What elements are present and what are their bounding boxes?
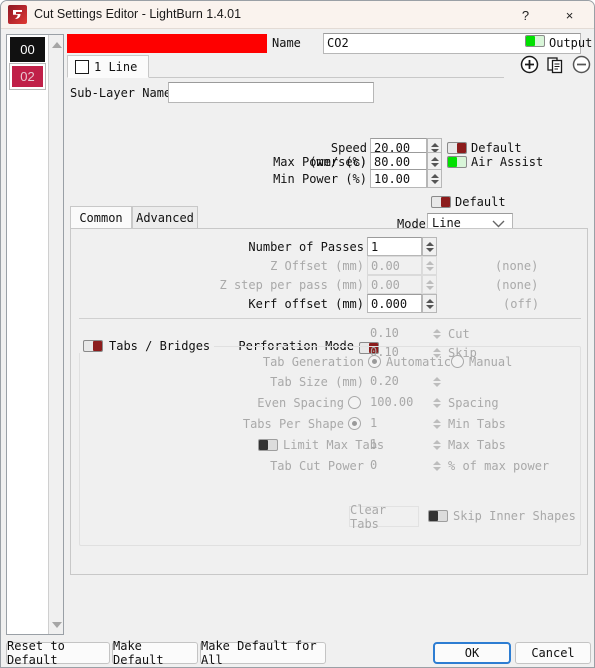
max-tabs-input[interactable]: 1 [367, 435, 422, 454]
clear-tabs-button[interactable]: Clear Tabs [349, 503, 419, 531]
tabs-bridges-header: Tabs / Bridges [79, 339, 215, 353]
settings-tab-strip: Common Advanced [70, 206, 588, 228]
passes-spinner[interactable] [422, 237, 437, 256]
tabs-per-shape-radio[interactable] [348, 417, 361, 430]
layer-list-scrollbar[interactable] [48, 35, 63, 634]
common-settings-panel: Number of Passes 1 Z Offset (mm) 0.00 (n… [70, 228, 588, 575]
kerf-offset-aux: (off) [503, 297, 540, 311]
min-power-label: Min Power (%) [273, 172, 367, 186]
make-default-button[interactable]: Make Default [112, 639, 198, 667]
tab-cut-power-spinner[interactable] [429, 456, 444, 475]
name-label: Name [272, 36, 301, 50]
even-spacing-radio[interactable] [348, 396, 361, 409]
max-tabs-aux: Max Tabs [448, 438, 506, 452]
speed-default-toggle[interactable] [447, 142, 467, 154]
sublayer-name-label: Sub-Layer Name [70, 86, 172, 100]
passes-label: Number of Passes [248, 240, 364, 254]
window-title: Cut Settings Editor - LightBurn 1.4.01 [34, 7, 242, 21]
tab-generation-automatic-radio[interactable] [368, 355, 381, 368]
kerf-offset-label: Kerf offset (mm) [248, 297, 364, 311]
air-assist-toggle[interactable] [447, 156, 467, 168]
title-bar: Cut Settings Editor - LightBurn 1.4.01 ?… [1, 1, 594, 29]
reset-to-default-button[interactable]: Reset to Default [6, 639, 110, 667]
even-spacing-label: Even Spacing [257, 396, 344, 410]
even-spacing-spinner[interactable] [429, 393, 444, 412]
min-tabs-aux: Min Tabs [448, 417, 506, 431]
tabs-bridges-toggle[interactable] [83, 340, 103, 352]
kerf-offset-spinner[interactable] [422, 294, 437, 313]
sublayer-name-input[interactable] [168, 82, 374, 103]
tab-size-input[interactable]: 0.20 [367, 372, 422, 391]
z-offset-input[interactable]: 0.00 [367, 256, 422, 275]
output-label: Output [549, 36, 593, 50]
tabs-bridges-label: Tabs / Bridges [109, 339, 211, 353]
limit-max-tabs-toggle[interactable] [258, 439, 278, 451]
tab-cut-power-input[interactable]: 0 [367, 456, 422, 475]
layer-list[interactable]: 00 02 [7, 35, 48, 634]
min-tabs-input[interactable]: 1 [367, 414, 422, 433]
even-spacing-aux: Spacing [448, 396, 499, 410]
kerf-offset-input[interactable]: 0.000 [367, 294, 422, 313]
tab-advanced[interactable]: Advanced [132, 206, 198, 228]
lightburn-logo-icon [8, 5, 27, 24]
z-step-input[interactable]: 0.00 [367, 275, 422, 294]
tab-generation-automatic-label: Automatic [386, 355, 452, 369]
tab-generation-label: Tab Generation [262, 355, 364, 369]
even-spacing-input[interactable]: 100.00 [367, 393, 427, 412]
close-button[interactable]: × [547, 1, 592, 29]
speed-default-label: Default [471, 141, 522, 155]
cancel-button[interactable]: Cancel [515, 642, 591, 664]
min-tabs-spinner[interactable] [429, 414, 444, 433]
scroll-up-arrow-icon[interactable] [49, 37, 64, 52]
z-step-spinner[interactable] [422, 275, 437, 294]
tab-common[interactable]: Common [70, 206, 132, 228]
z-offset-aux: (none) [495, 259, 539, 273]
tab-cut-power-label: Tab Cut Power [270, 459, 364, 473]
skip-inner-shapes-toggle[interactable] [428, 510, 448, 522]
layer-color-swatch[interactable] [67, 34, 267, 53]
max-power-label: Max Power (%) [273, 155, 367, 169]
circle-minus-icon[interactable] [570, 53, 592, 75]
z-offset-spinner[interactable] [422, 256, 437, 275]
layer-item-00[interactable]: 00 [10, 37, 45, 62]
tab-size-spinner[interactable] [429, 372, 444, 391]
sublayer-enable-checkbox[interactable] [75, 59, 89, 74]
air-assist-label: Air Assist [471, 155, 544, 169]
max-tabs-spinner[interactable] [429, 435, 444, 454]
layer-list-panel: 00 02 [6, 34, 64, 635]
perforation-cut-input[interactable]: 0.10 [367, 324, 422, 343]
copy-icon[interactable] [544, 53, 566, 75]
z-step-aux: (none) [495, 278, 539, 292]
tab-size-label: Tab Size (mm) [270, 375, 364, 389]
cut-settings-editor-window: Cut Settings Editor - LightBurn 1.4.01 ?… [0, 0, 595, 668]
min-power-input[interactable]: 10.00 [370, 169, 427, 188]
min-power-spinner[interactable] [427, 169, 442, 188]
help-button[interactable]: ? [503, 1, 548, 29]
tab-generation-manual-radio[interactable] [451, 355, 464, 368]
lightburn-swoosh-icon [13, 10, 22, 19]
circle-plus-icon[interactable] [518, 53, 540, 75]
output-toggle[interactable] [525, 35, 545, 47]
sublayer-tab-label: 1 Line [94, 59, 138, 74]
z-offset-label: Z Offset (mm) [270, 259, 364, 273]
tabs-per-shape-label: Tabs Per Shape [242, 417, 344, 431]
z-step-label: Z step per pass (mm) [219, 278, 365, 292]
tab-generation-manual-label: Manual [469, 355, 513, 369]
layer-item-02[interactable]: 02 [9, 63, 46, 90]
passes-input[interactable]: 1 [367, 237, 422, 256]
sublayer-tab-1-line[interactable]: 1 Line [67, 55, 149, 78]
scroll-down-arrow-icon[interactable] [49, 617, 64, 632]
perforation-cut-label: Cut [448, 327, 470, 341]
tab-cut-power-aux: % of max power [448, 459, 550, 473]
skip-inner-shapes-label: Skip Inner Shapes [453, 509, 576, 523]
main-content: Name CO2 Output 1 Line Sub-Layer Name Sp… [67, 32, 593, 632]
sublayer-tab-strip: 1 Line [67, 55, 504, 78]
make-default-for-all-button[interactable]: Make Default for All [200, 639, 326, 667]
perforation-cut-spinner[interactable] [429, 324, 444, 343]
ok-button[interactable]: OK [433, 642, 511, 664]
